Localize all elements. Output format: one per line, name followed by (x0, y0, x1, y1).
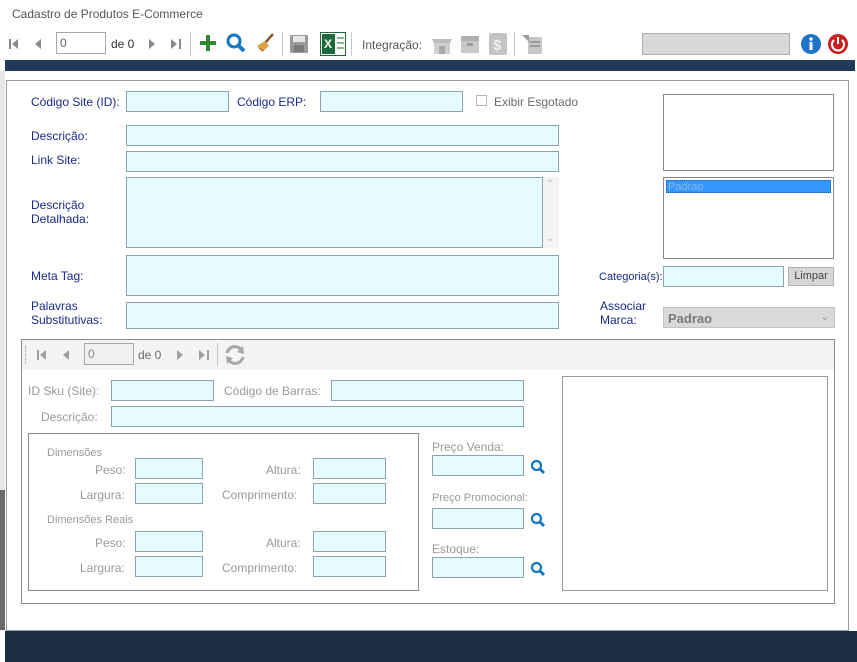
preco-venda-input[interactable] (432, 455, 524, 476)
exibir-esgotado-checkbox[interactable] (476, 95, 487, 106)
category-list-item-selected[interactable]: Padrao (666, 180, 831, 193)
preco-promocional-label: Preço Promocional: (432, 492, 528, 504)
limpar-button[interactable]: Limpar (788, 267, 834, 286)
sku-record-count-label: de 0 (138, 348, 162, 362)
category-list[interactable]: Padrao (663, 177, 834, 259)
svg-text:X: X (324, 37, 332, 51)
codigo-barras-input[interactable] (331, 380, 524, 401)
peso-real-input[interactable] (135, 531, 203, 552)
sku-first-record-icon[interactable] (34, 347, 50, 363)
descricao-detalhada-scrollbar[interactable]: ⌃ ⌄ (543, 177, 559, 248)
largura-real-input[interactable] (135, 556, 203, 577)
integration-price-icon[interactable]: $ (485, 31, 511, 57)
last-record-icon[interactable] (168, 36, 184, 52)
sku-last-record-icon[interactable] (196, 347, 212, 363)
dimensoes-reais-title: Dimensões Reais (47, 514, 134, 526)
sku-record-position-input[interactable]: 0 (84, 343, 134, 365)
altura-real-label: Altura: (266, 536, 301, 550)
bottom-bar (5, 631, 857, 662)
clear-broom-icon[interactable] (252, 31, 278, 55)
sku-previous-record-icon[interactable] (58, 347, 74, 363)
estoque-search-icon[interactable] (529, 560, 547, 578)
altura-label: Altura: (266, 463, 301, 477)
codigo-site-input[interactable] (126, 91, 229, 112)
next-record-icon[interactable] (144, 36, 160, 52)
altura-input[interactable] (313, 458, 386, 479)
sku-toolbar-grip (25, 346, 28, 364)
largura-real-label: Largura: (80, 561, 125, 575)
scroll-down-icon[interactable]: ⌄ (546, 233, 554, 244)
sku-descricao-input[interactable] (111, 406, 524, 427)
marca-select-value: Padrao (668, 311, 713, 326)
palavras-input[interactable] (126, 302, 559, 329)
first-record-icon[interactable] (6, 36, 22, 52)
svg-text:$: $ (493, 37, 502, 54)
record-count-label: de 0 (111, 37, 135, 51)
codigo-barras-label: Código de Barras: (224, 384, 321, 398)
previous-record-icon[interactable] (30, 36, 46, 52)
largura-label: Largura: (80, 488, 125, 502)
info-icon[interactable] (799, 32, 823, 56)
integration-box-icon[interactable] (457, 31, 483, 57)
sku-refresh-icon[interactable] (221, 342, 249, 368)
sku-next-record-icon[interactable] (172, 347, 188, 363)
marca-select[interactable]: Padrao ⌄ (663, 307, 835, 328)
comprimento-label: Comprimento: (222, 488, 298, 502)
exibir-esgotado-label: Exibir Esgotado (494, 95, 579, 109)
save-icon[interactable] (287, 32, 311, 56)
altura-real-input[interactable] (313, 531, 386, 552)
palavras-label: Palavras Substitutivas: (31, 299, 103, 327)
descricao-label: Descrição: (31, 129, 88, 143)
sku-descricao-label: Descrição: (41, 410, 98, 424)
preco-venda-search-icon[interactable] (529, 458, 547, 476)
associar-marca-label: Associar Marca: (600, 299, 647, 327)
link-site-label: Link Site: (31, 153, 81, 167)
largura-input[interactable] (135, 483, 203, 504)
preco-venda-label: Preço Venda: (432, 440, 505, 454)
descricao-input[interactable] (126, 125, 559, 146)
left-edge-shadow (0, 490, 5, 630)
preco-promocional-input[interactable] (432, 508, 524, 529)
peso-input[interactable] (135, 458, 203, 479)
add-icon[interactable] (196, 31, 220, 55)
sku-toolbar: 0 de 0 (22, 340, 834, 370)
power-icon[interactable] (826, 32, 850, 56)
categorias-label: Categoria(s): (599, 271, 663, 283)
search-icon[interactable] (224, 31, 248, 55)
comprimento-real-input[interactable] (313, 556, 386, 577)
descricao-detalhada-textarea[interactable] (126, 177, 543, 248)
id-sku-label: ID Sku (Site): (28, 384, 100, 398)
integration-sync-icon[interactable] (519, 31, 545, 57)
toolbar: 0 de 0 X Integração: $ (0, 28, 857, 60)
id-sku-input[interactable] (111, 380, 214, 401)
peso-label: Peso: (95, 463, 126, 477)
comprimento-input[interactable] (313, 483, 386, 504)
descricao-detalhada-label: Descrição Detalhada: (31, 198, 90, 226)
meta-tag-label: Meta Tag: (31, 269, 84, 283)
estoque-input[interactable] (432, 557, 524, 578)
codigo-site-label: Código Site (ID): (31, 95, 120, 109)
peso-real-label: Peso: (95, 536, 126, 550)
accent-bar (5, 60, 855, 71)
estoque-label: Estoque: (432, 542, 480, 556)
codigo-erp-label: Código ERP: (237, 95, 307, 109)
sku-image-box (562, 376, 828, 591)
codigo-erp-input[interactable] (320, 91, 463, 112)
integration-label: Integração: (362, 38, 423, 52)
status-field (642, 33, 790, 55)
record-position-input[interactable]: 0 (56, 32, 106, 54)
integration-store-icon[interactable] (429, 31, 455, 57)
chevron-down-icon: ⌄ (820, 311, 830, 323)
window-title: Cadastro de Produtos E-Commerce (12, 7, 203, 21)
preco-promocional-search-icon[interactable] (529, 511, 547, 529)
categorias-input[interactable] (663, 266, 784, 287)
comprimento-real-label: Comprimento: (222, 561, 298, 575)
scroll-up-icon[interactable]: ⌃ (546, 179, 554, 190)
product-image-box (663, 94, 834, 171)
meta-tag-input[interactable] (126, 255, 559, 296)
dimensoes-title: Dimensões (47, 447, 103, 459)
link-site-input[interactable] (126, 151, 559, 172)
excel-export-icon[interactable]: X (319, 31, 347, 57)
